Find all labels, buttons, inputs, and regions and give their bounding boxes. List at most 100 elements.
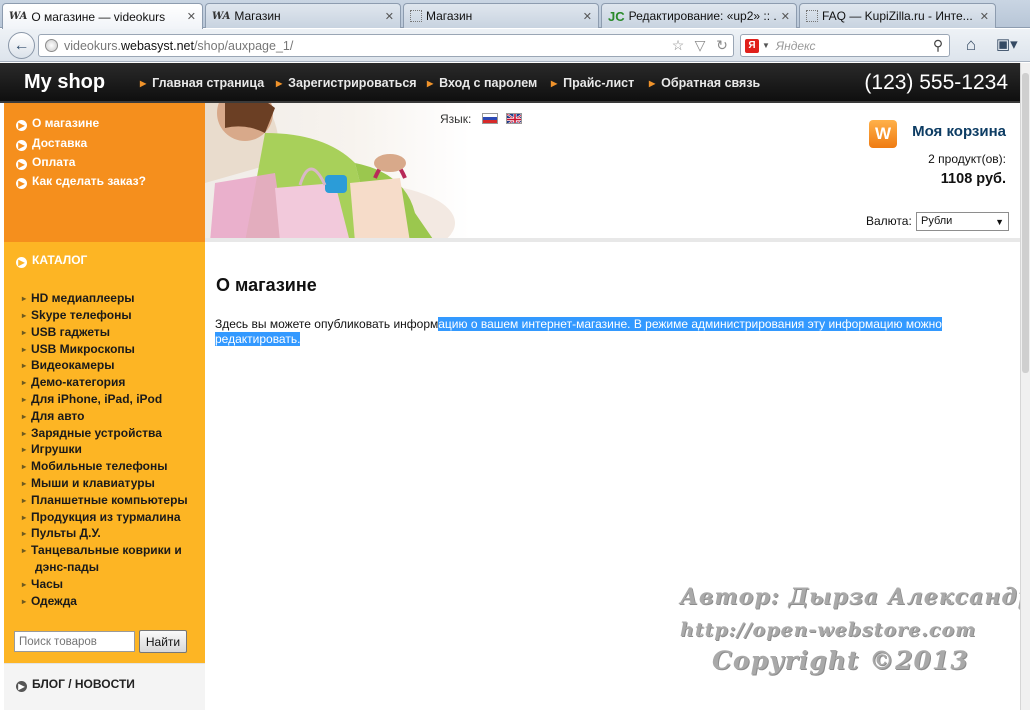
browser-tab-3[interactable]: Магазин ✕ [403, 3, 599, 28]
catalog-item-continuation[interactable]: дэнс-пады [22, 560, 99, 574]
site-logo[interactable]: My shop [24, 71, 105, 94]
russian-flag-icon[interactable] [482, 113, 498, 124]
arrow-right-icon: ▶ [276, 79, 283, 88]
catalog-item-label: Одежда [31, 594, 77, 608]
info-link-about[interactable]: ▶ О магазине [16, 116, 99, 131]
close-icon[interactable]: ✕ [781, 10, 790, 23]
top-banner: Язык: W Моя корзина 2 продукт(ов): 1108 … [205, 103, 1020, 242]
browser-tab-4[interactable]: JC Редактирование: «up2» :: ... ✕ [601, 3, 797, 28]
close-icon[interactable]: ✕ [980, 10, 989, 23]
dropdown-icon[interactable]: ▽ [689, 37, 711, 54]
browser-search-placeholder[interactable]: Яндекс [776, 39, 927, 53]
home-icon[interactable]: ⌂ [960, 35, 982, 57]
catalog-item[interactable]: ▸ Демо-категория [22, 375, 125, 389]
chevron-down-icon[interactable]: ▼ [762, 41, 770, 50]
browser-tab-1[interactable]: WA О магазине — videokurs ✕ [2, 3, 203, 29]
catalog-item-label: Демо-категория [31, 375, 126, 389]
catalog-title: КАТАЛОГ [32, 253, 88, 267]
catalog-item[interactable]: ▸ Пульты Д.У. [22, 526, 101, 540]
catalog-item[interactable]: ▸ Игрушки [22, 442, 82, 456]
catalog-item[interactable]: ▸ Танцевальные коврики и [22, 543, 182, 557]
arrow-right-icon: ▸ [22, 311, 27, 320]
catalog-item[interactable]: ▸ Одежда [22, 594, 77, 608]
nav-link-register[interactable]: ▶ Зарегистрироваться [276, 76, 417, 90]
arrow-right-icon: ▸ [22, 546, 27, 555]
catalog-item[interactable]: ▸ USB гаджеты [22, 325, 110, 339]
cart-title[interactable]: Моя корзина [912, 123, 1006, 140]
browser-search-bar[interactable]: Я ▼ Яндекс ⚲ [740, 34, 950, 57]
catalog-item-label: USB Микроскопы [31, 342, 135, 356]
product-search-input[interactable] [14, 631, 135, 652]
close-icon[interactable]: ✕ [187, 10, 196, 23]
catalog-item-label: USB гаджеты [31, 325, 110, 339]
yandex-icon[interactable]: Я [745, 38, 759, 53]
product-search-button[interactable]: Найти [139, 630, 187, 653]
catalog-block: ▶ КАТАЛОГ ▸ HD медиаплееры ▸ Skype телефоны… [4, 242, 205, 663]
catalog-item[interactable]: ▸ Зарядные устройства [22, 426, 162, 440]
star-icon[interactable]: ☆ [667, 37, 689, 54]
bookmarks-icon[interactable]: ▣▾ [996, 35, 1026, 57]
arrow-right-icon: ▸ [22, 479, 27, 488]
catalog-item[interactable]: ▸ Планшетные компьютеры [22, 493, 188, 507]
arrow-right-icon: ▶ [140, 79, 147, 88]
url-host: webasyst.net [120, 38, 194, 53]
arrow-right-icon: ▶ [16, 178, 27, 189]
blog-heading[interactable]: ▶ БЛОГ / НОВОСТИ [16, 677, 135, 692]
url-text[interactable]: videokurs.webasyst.net/shop/auxpage_1/ [64, 39, 667, 53]
site-header: My shop ▶ Главная страница ▶ Зарегистриров… [0, 63, 1020, 103]
catalog-item-label: Зарядные устройства [31, 426, 162, 440]
address-bar[interactable]: videokurs.webasyst.net/shop/auxpage_1/ ☆… [38, 34, 734, 57]
arrow-right-icon: ▸ [22, 328, 27, 337]
browser-tab-5[interactable]: FAQ — KupiZilla.ru - Инте... ✕ [799, 3, 996, 28]
scrollbar-thumb[interactable] [1022, 73, 1029, 373]
nav-link-label: Зарегистрироваться [288, 76, 417, 90]
arrow-right-icon: ▶ [551, 79, 558, 88]
arrow-right-icon: ▶ [16, 681, 27, 692]
catalog-item[interactable]: ▸ Для iPhone, iPad, iPod [22, 392, 162, 406]
catalog-item[interactable]: ▸ Для авто [22, 409, 84, 423]
arrow-right-icon: ▶ [16, 159, 27, 170]
blank-page-icon [410, 10, 422, 22]
vertical-scrollbar[interactable] [1020, 63, 1030, 710]
globe-icon [45, 39, 58, 52]
english-flag-icon[interactable] [506, 113, 522, 124]
catalog-heading[interactable]: ▶ КАТАЛОГ [16, 253, 87, 268]
info-pages-block: ▶ О магазине ▶ Доставка ▶ Оплата ▶ Как сдела… [4, 103, 205, 242]
chevron-down-icon: ▼ [995, 217, 1004, 227]
catalog-item[interactable]: ▸ Продукция из турмалина [22, 510, 181, 524]
nav-link-login[interactable]: ▶ Вход с паролем [427, 76, 537, 90]
catalog-item[interactable]: ▸ USB Микроскопы [22, 342, 135, 356]
nav-link-label: Прайс-лист [563, 76, 635, 90]
currency-value: Рубли [921, 215, 953, 227]
catalog-item[interactable]: ▸ Мобильные телефоны [22, 459, 168, 473]
catalog-item[interactable]: ▸ Skype телефоны [22, 308, 132, 322]
catalog-item-label: дэнс-пады [35, 560, 99, 574]
catalog-item[interactable]: ▸ Видеокамеры [22, 358, 115, 372]
arrow-right-icon: ▸ [22, 580, 27, 589]
catalog-item-label: Танцевальные коврики и [31, 543, 182, 557]
arrow-right-icon: ▸ [22, 429, 27, 438]
shopping-cart-icon[interactable]: W [869, 120, 897, 148]
nav-link-pricelist[interactable]: ▶ Прайс-лист [551, 76, 634, 90]
catalog-item[interactable]: ▸ Мыши и клавиатуры [22, 476, 155, 490]
catalog-item[interactable]: ▸ Часы [22, 577, 63, 591]
catalog-item[interactable]: ▸ HD медиаплееры [22, 291, 135, 305]
info-link-payment[interactable]: ▶ Оплата [16, 155, 75, 170]
browser-tab-2[interactable]: WA Магазин ✕ [205, 3, 401, 28]
magnifier-icon[interactable]: ⚲ [927, 37, 949, 54]
nav-link-home[interactable]: ▶ Главная страница [140, 76, 264, 90]
arrow-right-icon: ▸ [22, 462, 27, 471]
reload-icon[interactable]: ↻ [711, 37, 733, 54]
info-link-how-to-order[interactable]: ▶ Как сделать заказ? [16, 174, 146, 189]
back-arrow-icon[interactable]: ← [8, 32, 35, 59]
catalog-item-label: Планшетные компьютеры [31, 493, 188, 507]
arrow-right-icon: ▸ [22, 513, 27, 522]
currency-select[interactable]: Рубли ▼ [916, 212, 1009, 231]
nav-link-label: Главная страница [152, 76, 265, 90]
nav-link-feedback[interactable]: ▶ Обратная связь [649, 76, 760, 90]
close-icon[interactable]: ✕ [583, 10, 592, 23]
arrow-right-icon: ▸ [22, 395, 27, 404]
info-link-label: Оплата [32, 155, 76, 169]
close-icon[interactable]: ✕ [385, 10, 394, 23]
info-link-delivery[interactable]: ▶ Доставка [16, 136, 87, 151]
